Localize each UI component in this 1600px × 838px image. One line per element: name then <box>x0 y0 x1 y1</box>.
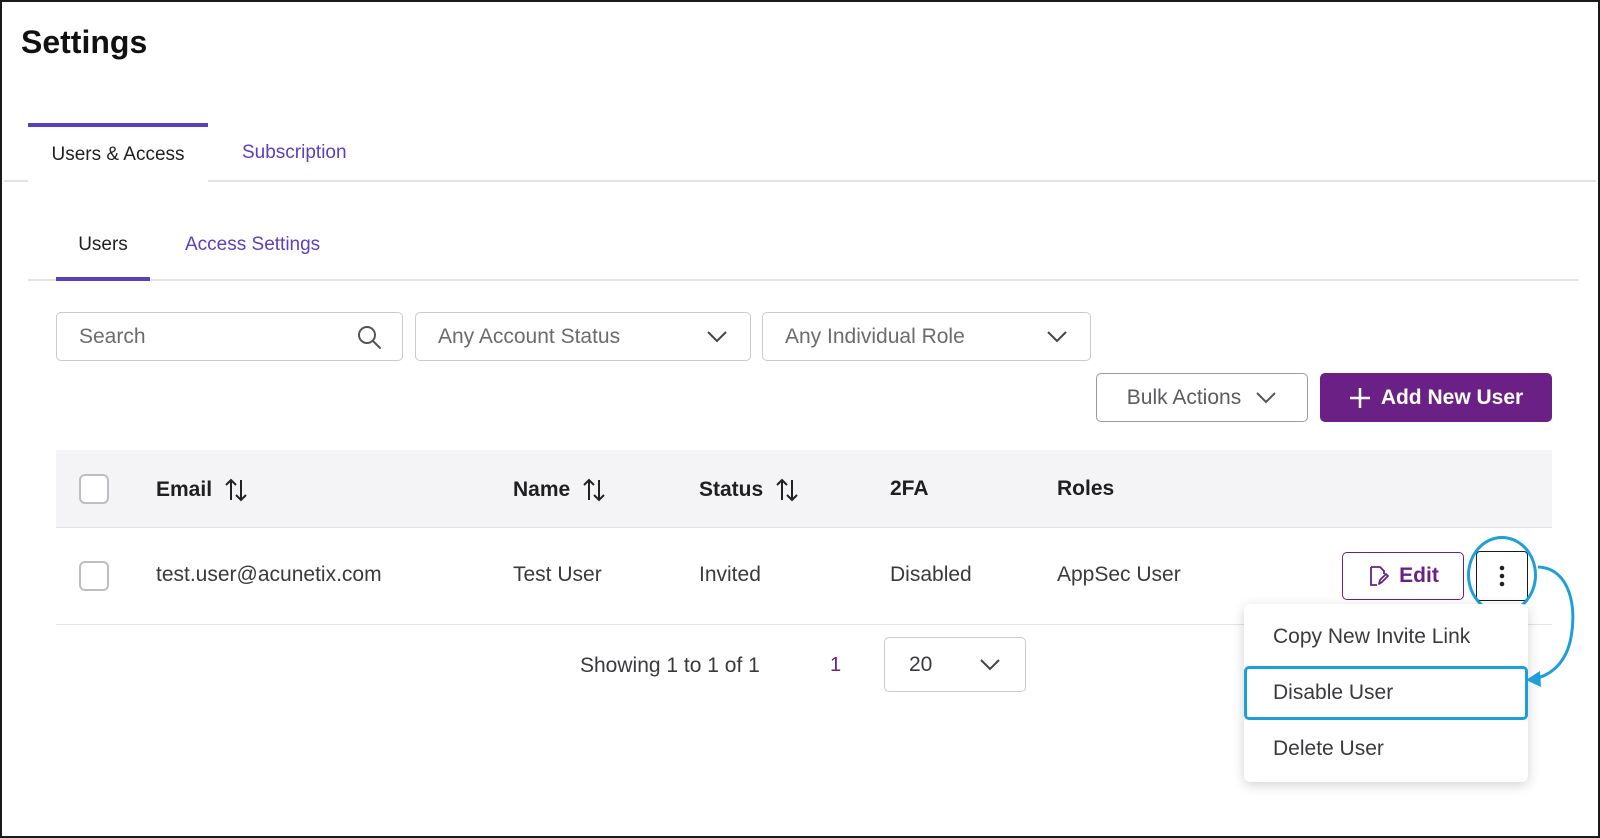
plus-icon <box>1349 387 1370 408</box>
column-status[interactable]: Status <box>699 477 799 503</box>
chevron-down-icon <box>980 658 1000 670</box>
chevron-down-icon <box>707 330 727 342</box>
column-name[interactable]: Name <box>513 477 606 503</box>
column-email-label: Email <box>156 478 213 501</box>
edit-button[interactable]: Edit <box>1342 552 1464 600</box>
more-actions-button[interactable] <box>1476 551 1528 601</box>
column-name-label: Name <box>513 478 571 501</box>
menu-item-disable-user[interactable]: Disable User <box>1244 666 1528 720</box>
sort-icon <box>776 478 798 502</box>
app-window: Settings Users & Access Subscription Use… <box>0 0 1600 838</box>
row-actions-menu: Copy New Invite Link Disable User Delete… <box>1244 604 1528 782</box>
chevron-down-icon <box>1047 330 1067 342</box>
column-email[interactable]: Email <box>156 477 248 503</box>
subtab-users[interactable]: Users <box>56 234 150 281</box>
pagination-summary: Showing 1 to 1 of 1 <box>580 654 760 677</box>
edit-icon <box>1370 566 1390 586</box>
add-new-user-button[interactable]: Add New User <box>1320 373 1552 422</box>
page-size-select[interactable]: 20 <box>884 637 1026 692</box>
bulk-actions-label: Bulk Actions <box>1126 385 1242 409</box>
chevron-down-icon <box>1256 391 1276 403</box>
menu-item-delete-user[interactable]: Delete User <box>1244 722 1528 776</box>
account-status-value: Any Account Status <box>438 324 621 348</box>
search-input[interactable] <box>79 324 339 349</box>
search-icon[interactable] <box>356 324 382 350</box>
add-new-user-label: Add New User <box>1380 385 1524 409</box>
cell-2fa: Disabled <box>890 563 972 586</box>
account-status-select[interactable]: Any Account Status <box>415 312 751 361</box>
column-2fa-label: 2FA <box>890 477 929 500</box>
cell-status: Invited <box>699 563 761 586</box>
column-status-label: Status <box>699 478 764 501</box>
subtab-access-settings[interactable]: Access Settings <box>185 234 320 256</box>
individual-role-value: Any Individual Role <box>785 324 965 348</box>
select-all-checkbox[interactable] <box>79 474 109 504</box>
table-header: Email Name Status 2FA Roles <box>56 450 1552 528</box>
menu-item-copy-invite-link[interactable]: Copy New Invite Link <box>1244 610 1528 664</box>
column-2fa: 2FA <box>890 477 929 501</box>
cell-roles: AppSec User <box>1057 563 1181 586</box>
row-checkbox[interactable] <box>79 561 109 591</box>
sort-icon <box>583 478 605 502</box>
bulk-actions-button[interactable]: Bulk Actions <box>1096 373 1308 422</box>
page-link-1[interactable]: 1 <box>830 654 841 677</box>
column-roles: Roles <box>1057 477 1114 501</box>
cell-name: Test User <box>513 563 602 586</box>
sort-icon <box>225 478 247 502</box>
sub-tabs-divider <box>28 279 1579 281</box>
tab-subscription[interactable]: Subscription <box>242 123 347 182</box>
column-roles-label: Roles <box>1057 477 1115 500</box>
cell-email: test.user@acunetix.com <box>156 563 382 586</box>
individual-role-select[interactable]: Any Individual Role <box>762 312 1091 361</box>
page-size-value: 20 <box>909 652 933 676</box>
tab-users-access[interactable]: Users & Access <box>28 123 208 182</box>
search-field <box>56 312 403 361</box>
page-title: Settings <box>21 24 148 60</box>
edit-label: Edit <box>1399 564 1439 587</box>
kebab-menu-icon <box>1499 565 1505 587</box>
